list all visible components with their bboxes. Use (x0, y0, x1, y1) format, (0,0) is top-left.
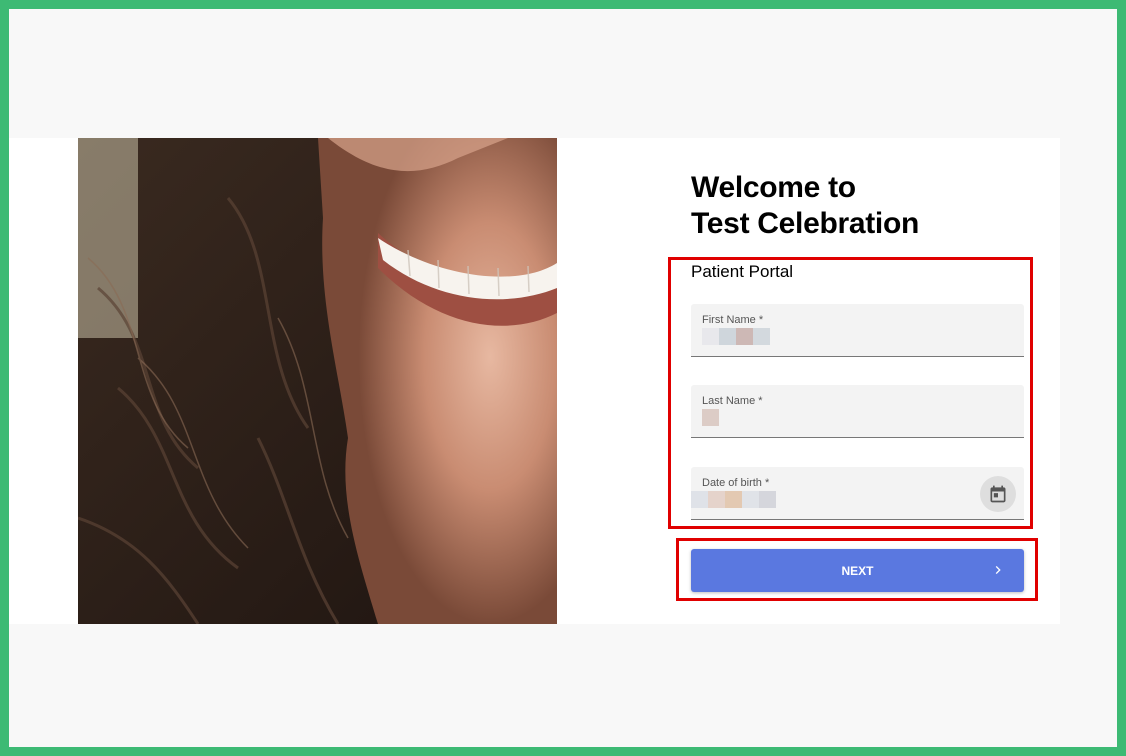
page-title: Welcome to Test Celebration (691, 170, 919, 242)
hero-photo (78, 138, 557, 624)
next-highlight-box (676, 538, 1038, 601)
login-card: Welcome to Test Celebration Patient Port… (9, 138, 1117, 624)
title-line-1: Welcome to (691, 171, 856, 204)
form-highlight-box (668, 257, 1033, 529)
title-line-2: Test Celebration (691, 207, 920, 240)
